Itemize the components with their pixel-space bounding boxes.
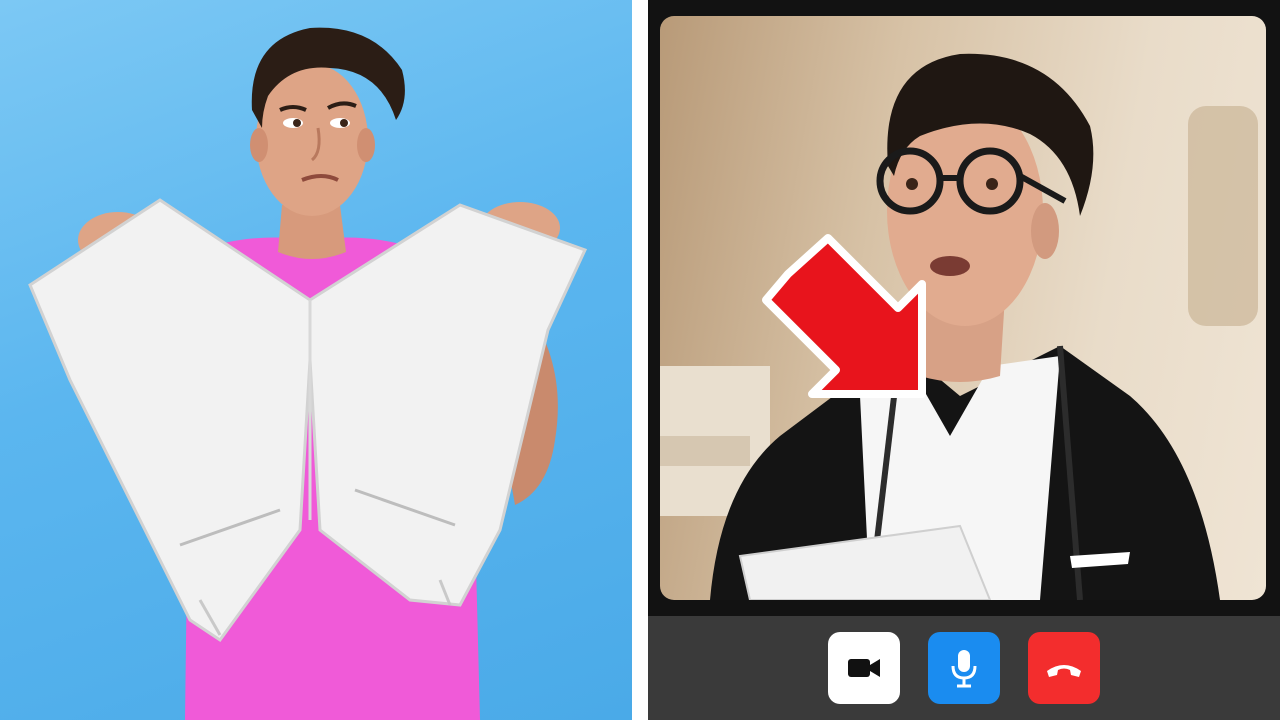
- man-with-shorts-illustration: [28, 27, 588, 720]
- end-call-button[interactable]: [1028, 632, 1100, 704]
- thumbnail-canvas: [0, 0, 1280, 720]
- left-photo-panel: [0, 0, 632, 720]
- call-control-bar: [648, 616, 1280, 720]
- remote-video-feed: [660, 16, 1266, 600]
- video-camera-icon: [846, 655, 882, 681]
- microphone-toggle-button[interactable]: [928, 632, 1000, 704]
- phone-hangup-icon: [1044, 657, 1084, 679]
- man-with-glasses-illustration: [660, 53, 1258, 600]
- microphone-icon: [949, 648, 979, 688]
- camera-toggle-button[interactable]: [828, 632, 900, 704]
- video-call-window: [648, 0, 1280, 720]
